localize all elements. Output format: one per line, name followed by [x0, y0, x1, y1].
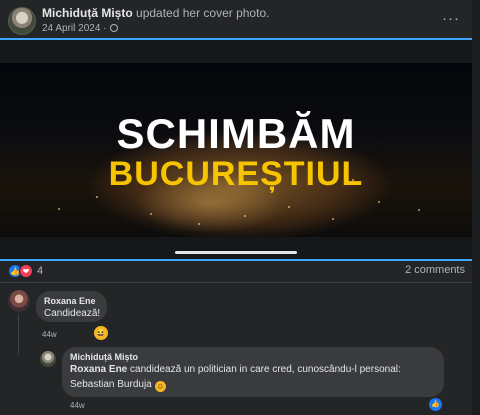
media-progress-bar: [175, 251, 297, 254]
reaction-summary[interactable]: 👍 ❤ 4: [8, 263, 43, 279]
haha-reaction-icon: 😆: [94, 326, 108, 340]
cover-headline-white: SCHIMBĂM: [116, 110, 356, 157]
smile-emoji-icon: ☺: [154, 381, 166, 392]
post-meta: 24 April 2024 ·: [42, 23, 118, 34]
reply-mention[interactable]: Roxana Ene: [70, 364, 127, 375]
focus-accent-bottom: [0, 259, 472, 261]
author-avatar[interactable]: [8, 7, 36, 35]
divider: [0, 282, 472, 283]
cover-photo-media[interactable]: SCHIMBĂM BUCUREȘTIUL: [0, 40, 472, 259]
reply-text-2: Sebastian Burduja: [70, 379, 152, 390]
post-date[interactable]: 24 April 2024 ·: [42, 23, 107, 34]
reaction-count: 4: [37, 265, 44, 277]
reply-text-line1: Roxana Ene candidează un politician in c…: [70, 363, 436, 377]
comment-author[interactable]: Roxana Ene: [44, 296, 99, 306]
scrollbar[interactable]: [472, 0, 480, 415]
reply-avatar[interactable]: [40, 351, 56, 367]
author-name[interactable]: Michiduță Mișto: [42, 6, 133, 20]
reply-thread-line: [18, 314, 19, 354]
comment-count[interactable]: 2 comments: [405, 264, 465, 276]
love-icon: ❤: [19, 264, 33, 278]
globe-icon: [109, 24, 118, 32]
cover-headline-yellow: BUCUREȘTIUL: [108, 155, 364, 193]
more-options-icon[interactable]: ···: [442, 10, 460, 27]
commenter-avatar[interactable]: [8, 290, 30, 312]
comment-time[interactable]: 44w: [42, 330, 57, 339]
reply-text: candidează un politician in care cred, c…: [130, 364, 401, 375]
post-author-line: Michiduță Mișto updated her cover photo.: [42, 6, 269, 20]
reply-bubble: Michiduță Mișto Roxana Ene candidează un…: [62, 347, 444, 397]
comment-bubble: Roxana Ene Candidează!: [36, 291, 107, 322]
reply-text-line2: Sebastian Burduja ☺: [70, 378, 436, 392]
post-action: updated her cover photo.: [136, 6, 270, 20]
reply-like-icon: 👍: [429, 398, 442, 411]
reply-time[interactable]: 44w: [70, 401, 85, 410]
comment-text: Candidează!: [44, 308, 101, 319]
reply-author[interactable]: Michiduță Mișto: [70, 352, 436, 362]
cover-photo[interactable]: SCHIMBĂM BUCUREȘTIUL: [0, 63, 472, 237]
post-header: Michiduță Mișto updated her cover photo.…: [0, 0, 480, 40]
